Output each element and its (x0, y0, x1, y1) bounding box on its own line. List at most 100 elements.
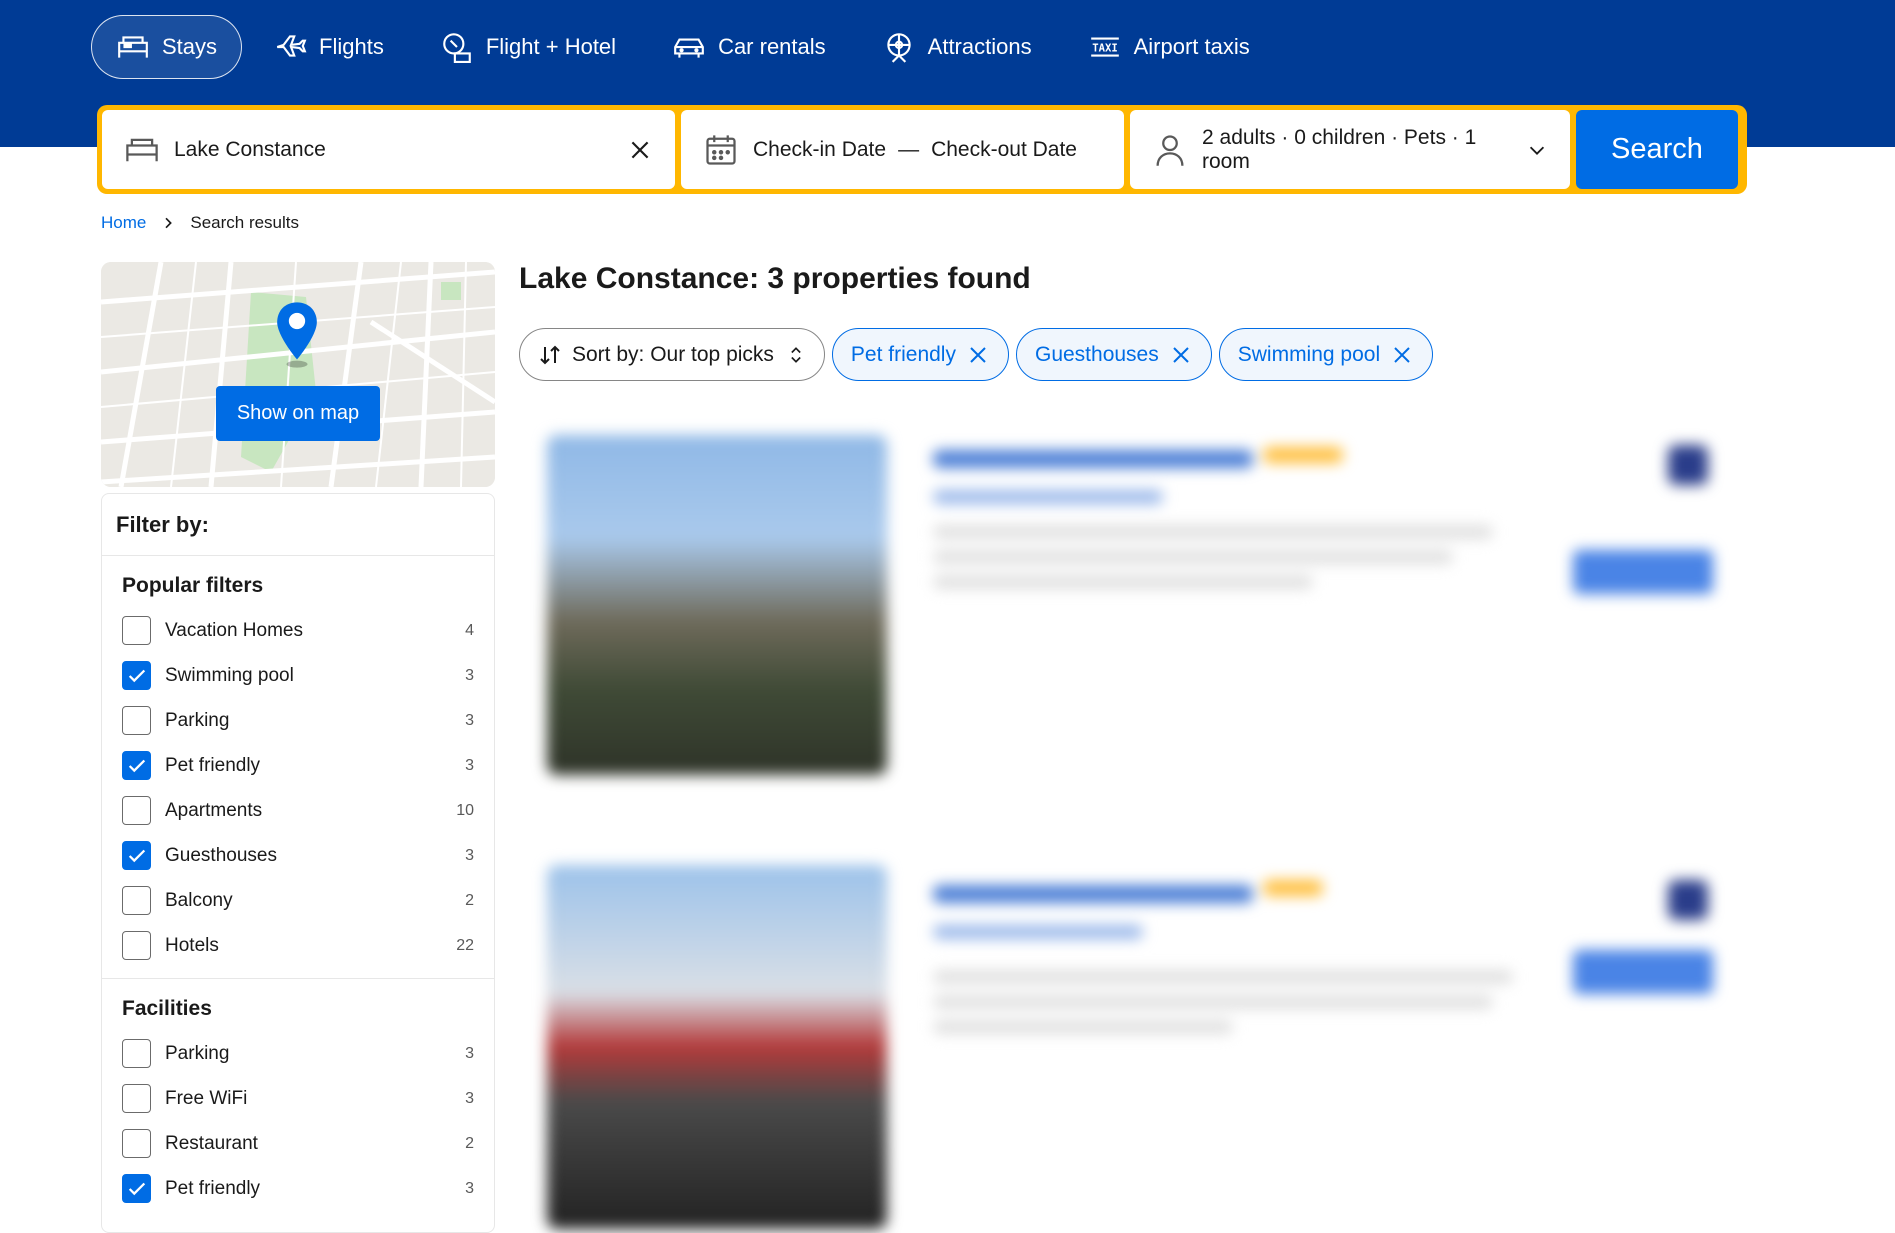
filter-count: 3 (465, 1089, 474, 1107)
checkbox-checked[interactable] (122, 661, 151, 690)
filter-balcony[interactable]: Balcony 2 (122, 878, 474, 923)
nav-stays-label: Stays (162, 34, 218, 59)
filter-count: 10 (456, 801, 474, 819)
filter-label: Parking (165, 1042, 230, 1064)
filter-label: Vacation Homes (165, 619, 303, 641)
availability-button-placeholder[interactable] (1573, 550, 1713, 594)
nav-stays[interactable]: Stays (91, 15, 243, 79)
filter-swimming-pool[interactable]: Swimming pool 3 (122, 653, 474, 698)
show-on-map-button[interactable]: Show on map (216, 386, 380, 441)
filter-label: Hotels (165, 934, 219, 956)
filter-label: Guesthouses (165, 844, 277, 866)
results-title: Lake Constance: 3 properties found (519, 262, 1031, 295)
availability-button-placeholder[interactable] (1573, 950, 1713, 994)
checkbox[interactable] (122, 796, 151, 825)
description-placeholder (933, 970, 1513, 984)
property-card[interactable] (533, 425, 1743, 795)
occupancy-field[interactable]: 2 adults · 0 children · Pets · 1 room (1130, 110, 1570, 189)
nav-car-rentals-label: Car rentals (718, 34, 826, 59)
filter-count: 3 (465, 756, 474, 774)
calendar-icon (706, 134, 736, 165)
nav-flights[interactable]: Flights (248, 15, 409, 79)
checkbox-checked[interactable] (122, 1174, 151, 1203)
date-separator: — (898, 137, 920, 161)
description-placeholder (933, 1020, 1233, 1034)
checkbox[interactable] (122, 1039, 151, 1068)
filter-count: 22 (456, 936, 474, 954)
checkbox-checked[interactable] (122, 841, 151, 870)
review-score-placeholder (1668, 445, 1708, 485)
bed-icon (118, 36, 148, 58)
check-icon (128, 669, 145, 682)
active-filter-chip[interactable]: Pet friendly (831, 328, 1009, 381)
breadcrumb-home[interactable]: Home (101, 213, 146, 233)
active-filter-chip[interactable]: Guesthouses (1015, 328, 1212, 381)
property-photo[interactable] (547, 435, 887, 775)
filter-restaurant[interactable]: Restaurant 2 (122, 1121, 474, 1166)
filter-parking[interactable]: Parking 3 (122, 698, 474, 743)
checkbox[interactable] (122, 1129, 151, 1158)
date-field[interactable]: Check-in Date — Check-out Date (681, 110, 1124, 189)
filter-vacation-homes[interactable]: Vacation Homes 4 (122, 608, 474, 653)
filter-apartments[interactable]: Apartments 10 (122, 788, 474, 833)
checkbox[interactable] (122, 1084, 151, 1113)
checkbox[interactable] (122, 931, 151, 960)
sort-arrows-icon (540, 345, 560, 364)
filters-title: Filter by: (102, 494, 494, 556)
clear-icon[interactable] (627, 137, 653, 163)
checkbox[interactable] (122, 706, 151, 735)
product-nav: Stays Flights Flight + Hotel Car rentals… (91, 15, 1281, 79)
property-photo[interactable] (547, 865, 887, 1229)
property-card[interactable] (533, 855, 1743, 1229)
checkin-date[interactable]: Check-in Date (753, 138, 886, 162)
description-placeholder (933, 575, 1313, 589)
filter-count: 2 (465, 891, 474, 909)
checkbox[interactable] (122, 616, 151, 645)
taxi-icon: TAXI (1090, 37, 1119, 57)
chip-label: Pet friendly (850, 342, 956, 366)
filter-label: Restaurant (165, 1132, 258, 1154)
map-preview[interactable]: Show on map (101, 262, 495, 487)
sort-button[interactable]: Sort by: Our top picks (519, 328, 825, 381)
check-icon (128, 1182, 145, 1195)
rating-stars-placeholder (1263, 447, 1343, 463)
destination-input[interactable]: Lake Constance (174, 138, 627, 162)
nav-attractions[interactable]: Attractions (857, 15, 1057, 79)
filter-label: Parking (165, 709, 230, 731)
filter-label: Free WiFi (165, 1087, 248, 1109)
chip-label: Swimming pool (1237, 342, 1381, 366)
nav-flight-hotel[interactable]: Flight + Hotel (415, 15, 641, 79)
facilities-group: Facilities Parking 3 Free WiFi 3 Restaur… (102, 979, 494, 1221)
description-placeholder (933, 550, 1453, 564)
nav-airport-taxis[interactable]: TAXI Airport taxis (1063, 15, 1275, 79)
search-button[interactable]: Search (1576, 110, 1738, 189)
search-bar: Lake Constance Check-in Date — Check-out… (97, 105, 1747, 194)
filter-count: 3 (465, 1044, 474, 1062)
checkbox-checked[interactable] (122, 751, 151, 780)
close-icon[interactable] (966, 343, 990, 367)
bed-icon (126, 138, 158, 161)
filter-facility-pet-friendly[interactable]: Pet friendly 3 (122, 1166, 474, 1211)
active-filter-chip[interactable]: Swimming pool (1218, 328, 1434, 381)
filter-label: Pet friendly (165, 754, 261, 776)
nav-flights-label: Flights (319, 34, 384, 59)
chip-label: Guesthouses (1034, 342, 1159, 366)
checkout-date[interactable]: Check-out Date (931, 138, 1077, 162)
filter-facility-parking[interactable]: Parking 3 (122, 1031, 474, 1076)
sort-label: Sort by: Our top picks (572, 342, 774, 366)
close-icon[interactable] (1390, 343, 1414, 367)
check-icon (128, 759, 145, 772)
filter-hotels[interactable]: Hotels 22 (122, 923, 474, 968)
property-name-placeholder (933, 450, 1253, 468)
filter-pet-friendly[interactable]: Pet friendly 3 (122, 743, 474, 788)
rating-stars-placeholder (1263, 880, 1323, 896)
filter-label: Balcony (165, 889, 233, 911)
nav-car-rentals[interactable]: Car rentals (647, 15, 851, 79)
filter-free-wifi[interactable]: Free WiFi 3 (122, 1076, 474, 1121)
nav-attractions-label: Attractions (927, 34, 1032, 59)
checkbox[interactable] (122, 886, 151, 915)
filters-panel: Filter by: Popular filters Vacation Home… (101, 493, 495, 1233)
close-icon[interactable] (1169, 343, 1193, 367)
filter-guesthouses[interactable]: Guesthouses 3 (122, 833, 474, 878)
destination-field[interactable]: Lake Constance (102, 110, 675, 189)
